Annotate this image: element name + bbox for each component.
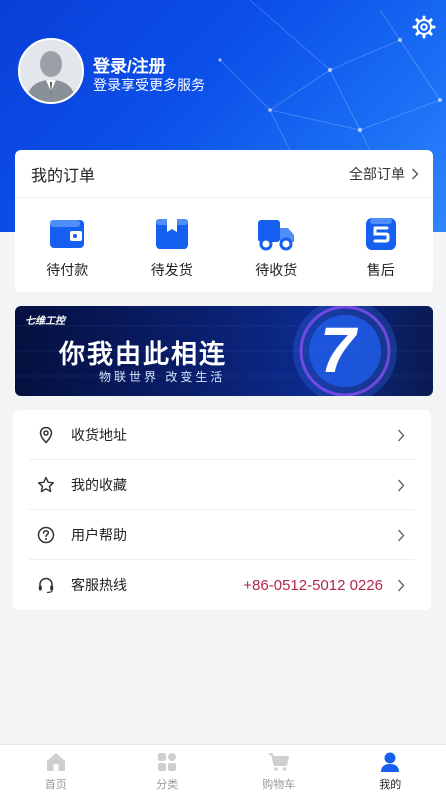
services-menu: 收货地址 我的收藏 用户帮助 客服热线 +86-0512-5012 0226 <box>13 410 431 610</box>
star-icon <box>37 476 55 493</box>
avatar-placeholder-icon <box>20 40 82 102</box>
login-register-link[interactable]: 登录/注册 <box>93 52 166 77</box>
home-icon <box>46 753 65 771</box>
orders-title: 我的订单 <box>31 167 96 185</box>
avatar[interactable] <box>18 38 84 104</box>
user-icon <box>381 752 400 772</box>
menu-item-label: 客服热线 <box>71 577 127 593</box>
tab-home[interactable]: 首页 <box>0 745 112 794</box>
tab-category[interactable]: 分类 <box>112 745 224 794</box>
orders-header: 我的订单 全部订单 <box>15 150 433 198</box>
banner-tagline: 物联世界 改变生活 <box>99 370 226 384</box>
menu-item-label: 我的收藏 <box>71 477 127 493</box>
chevron-right-icon <box>412 168 419 179</box>
banner-seven-badge: 7 <box>320 314 356 386</box>
gear-icon[interactable] <box>412 15 436 39</box>
category-grid-icon <box>158 753 177 771</box>
order-pending-payment[interactable]: 待付款 <box>15 210 120 282</box>
location-pin-icon <box>39 426 53 444</box>
truck-icon <box>258 220 295 251</box>
menu-item-address[interactable]: 收货地址 <box>13 410 431 460</box>
tab-label: 首页 <box>44 779 67 791</box>
bottom-tab-bar: 首页 分类 购物车 我的 <box>0 744 446 794</box>
wallet-icon <box>50 220 85 248</box>
order-after-sale[interactable]: 售后 <box>329 210 434 282</box>
tab-cart[interactable]: 购物车 <box>223 745 335 794</box>
package-icon <box>155 219 188 249</box>
cart-icon <box>268 753 289 771</box>
menu-item-label: 用户帮助 <box>71 527 127 543</box>
order-item-label: 待收货 <box>255 262 298 278</box>
chevron-right-icon <box>397 529 405 541</box>
tab-mine[interactable]: 我的 <box>335 745 446 794</box>
headset-icon <box>38 577 54 594</box>
help-circle-icon <box>37 526 55 544</box>
banner-headline: 你我由此相连 <box>59 339 228 369</box>
order-item-label: 待付款 <box>46 262 89 278</box>
menu-item-label: 收货地址 <box>71 427 127 443</box>
all-orders-link[interactable]: 全部订单 <box>349 164 419 184</box>
chevron-right-icon <box>397 429 405 441</box>
chevron-right-icon <box>397 579 405 591</box>
menu-item-favorites[interactable]: 我的收藏 <box>13 460 431 510</box>
menu-item-hotline[interactable]: 客服热线 +86-0512-5012 0226 <box>13 560 431 610</box>
menu-item-help[interactable]: 用户帮助 <box>13 510 431 560</box>
hotline-number[interactable]: +86-0512-5012 0226 <box>243 577 383 594</box>
all-orders-label: 全部订单 <box>349 165 405 182</box>
order-pending-shipment[interactable]: 待发货 <box>120 210 225 282</box>
orders-card: 我的订单 全部订单 待付款 待发货 待收货 售后 <box>15 150 433 292</box>
tab-label: 我的 <box>379 779 402 791</box>
order-item-label: 售后 <box>366 262 395 278</box>
tab-label: 购物车 <box>262 779 296 791</box>
order-item-label: 待发货 <box>150 262 193 278</box>
order-pending-receipt[interactable]: 待收货 <box>224 210 329 282</box>
login-subtitle: 登录享受更多服务 <box>93 77 205 93</box>
chevron-right-icon <box>397 479 405 491</box>
after-sale-icon <box>365 218 396 250</box>
promo-banner[interactable]: 七维工控 你我由此相连 物联世界 改变生活 7 <box>15 306 433 396</box>
banner-brand: 七维工控 <box>25 316 65 327</box>
tab-label: 分类 <box>156 779 179 791</box>
